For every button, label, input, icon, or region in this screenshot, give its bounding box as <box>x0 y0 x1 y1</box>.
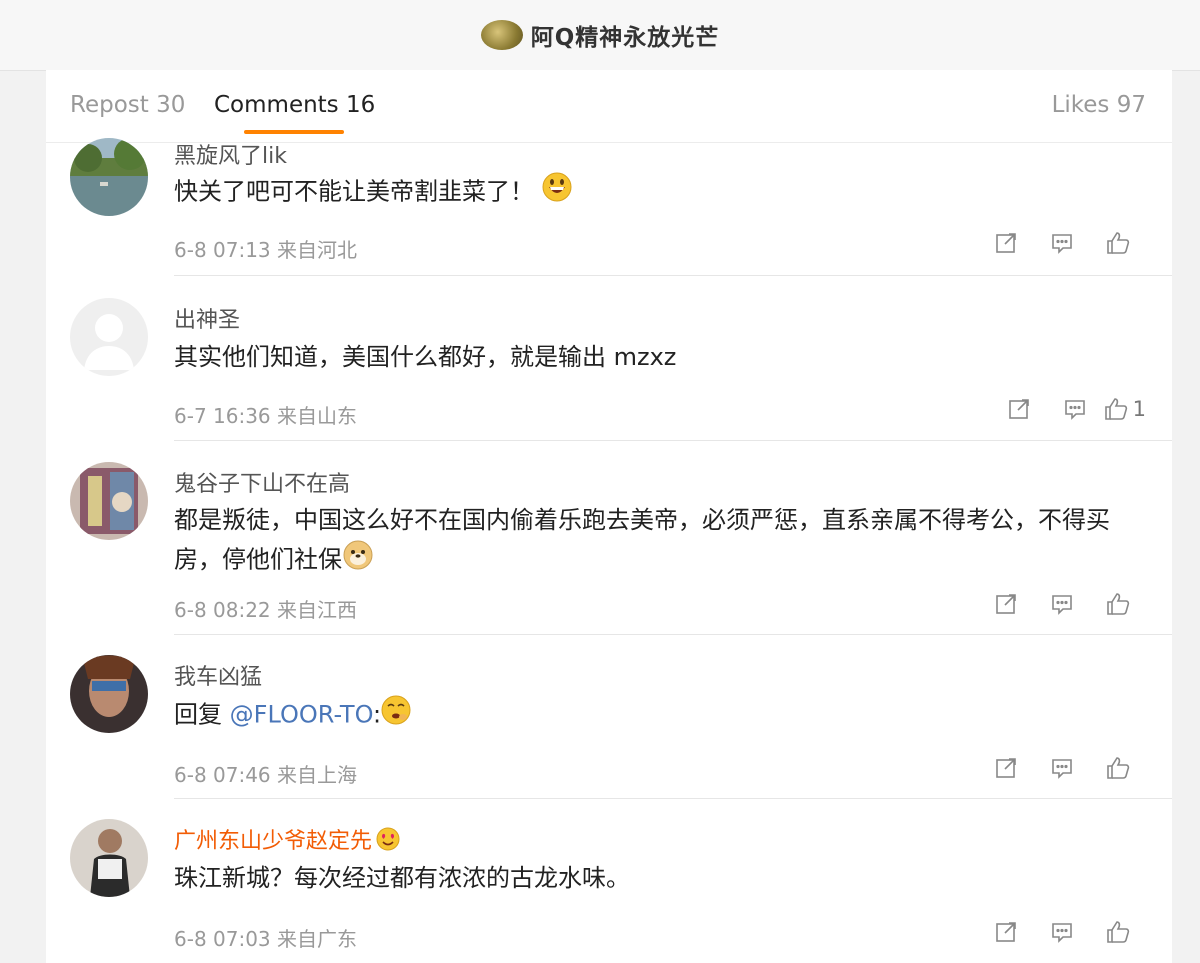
avatar-landscape-image <box>70 138 148 216</box>
thumbs-up-icon <box>1104 398 1127 420</box>
comment-location: 来自广东 <box>277 927 358 951</box>
tab-comments[interactable]: Comments 16 <box>214 92 375 118</box>
comment-item: 黑旋风了lik 快关了吧可不能让美帝割韭菜了！ 6-8 07:13 来自河北 <box>46 138 1172 276</box>
comment-username[interactable]: 黑旋风了lik <box>174 138 287 170</box>
tab-likes[interactable]: Likes 97 <box>1052 92 1146 118</box>
page-title: 阿Q精神永放光芒 <box>530 25 720 51</box>
comment-item: 我车凶猛 回复 @FLOOR-TO: 6-8 07:46 来自上海 <box>46 635 1172 799</box>
comment-reply-icon[interactable] <box>1034 228 1090 258</box>
like-button[interactable]: 1 <box>1103 396 1146 422</box>
comment-reply-icon[interactable] <box>1034 917 1090 947</box>
top-bar: 阿Q精神永放光芒 <box>0 0 1200 71</box>
comment-time: 6-8 07:03 <box>174 927 271 951</box>
comment-reply-icon[interactable] <box>1034 753 1090 783</box>
active-tab-indicator <box>244 130 344 134</box>
comment-item: 广州东山少爷赵定先 珠江新城？每次经过都有浓浓的古龙水味。 6-8 07:03 … <box>46 799 1172 963</box>
comment-text: 都是叛徒，中国这么好不在国内偷着乐跑去美帝，必须严惩，直系亲属不得考公，不得买房… <box>174 501 1144 582</box>
comment-actions <box>978 228 1146 258</box>
avatar-painting-image <box>70 462 148 540</box>
comment-username[interactable]: 我车凶猛 <box>174 659 262 691</box>
thumbs-up-icon <box>1107 757 1130 779</box>
username-text: 广州东山少爷赵定先 <box>174 829 373 854</box>
avatar[interactable] <box>70 138 148 216</box>
heart-eyes-icon <box>376 827 400 857</box>
comment-body: 快关了吧可不能让美帝割韭菜了！ <box>174 177 534 206</box>
share-icon[interactable] <box>978 589 1034 619</box>
mention-link[interactable]: @FLOOR-TO <box>230 701 373 729</box>
comment-time: 6-8 08:22 <box>174 598 271 622</box>
like-button[interactable] <box>1090 228 1146 258</box>
comment-meta: 6-8 07:13 来自河北 <box>174 234 357 263</box>
comment-location: 来自江西 <box>277 598 358 622</box>
comment-item: 鬼谷子下山不在高 都是叛徒，中国这么好不在国内偷着乐跑去美帝，必须严惩，直系亲属… <box>46 441 1172 635</box>
comments-panel: Repost 30 Comments 16 Likes 97 黑旋风了lik 快… <box>46 70 1172 963</box>
comment-username[interactable]: 出神圣 <box>174 302 240 334</box>
thumbs-up-icon <box>1107 593 1130 615</box>
share-icon[interactable] <box>978 753 1034 783</box>
comment-location: 来自河北 <box>277 238 358 262</box>
comment-actions <box>978 589 1146 619</box>
like-count: 1 <box>1132 397 1146 421</box>
avatar[interactable] <box>70 462 148 540</box>
comment-reply-icon[interactable] <box>1047 394 1103 424</box>
post-author-avatar[interactable] <box>480 20 523 50</box>
comment-reply-icon[interactable] <box>1034 589 1090 619</box>
comment-text: 回复 @FLOOR-TO: <box>174 695 1144 736</box>
comment-username[interactable]: 广州东山少爷赵定先 <box>174 823 400 857</box>
comment-location: 来自上海 <box>277 763 358 787</box>
avatar[interactable] <box>70 819 148 897</box>
comment-text: 其实他们知道，美国什么都好，就是输出 mzxz <box>174 343 677 371</box>
comment-meta: 6-7 16:36 来自山东 <box>174 400 357 429</box>
comment-actions: 1 <box>991 394 1146 424</box>
comment-time: 6-8 07:46 <box>174 763 271 787</box>
avatar-photo-image <box>70 819 148 897</box>
comment-text: 快关了吧可不能让美帝割韭菜了！ <box>174 172 1144 213</box>
comment-time: 6-8 07:13 <box>174 238 271 262</box>
thumbs-up-icon <box>1107 232 1130 254</box>
thumbs-up-icon <box>1107 921 1130 943</box>
tab-repost[interactable]: Repost 30 <box>70 92 185 118</box>
tab-bar: Repost 30 Comments 16 Likes 97 <box>46 70 1172 143</box>
doge-icon <box>342 539 374 582</box>
like-button[interactable] <box>1090 589 1146 619</box>
giggle-face-icon <box>381 695 411 736</box>
comment-location: 来自山东 <box>277 404 358 428</box>
comment-actions <box>978 753 1146 783</box>
avatar[interactable] <box>70 655 148 733</box>
share-icon[interactable] <box>991 394 1047 424</box>
default-avatar-icon <box>84 314 134 370</box>
like-button[interactable] <box>1090 753 1146 783</box>
like-button[interactable] <box>1090 917 1146 947</box>
avatar[interactable] <box>70 298 148 376</box>
comment-text: 珠江新城？每次经过都有浓浓的古龙水味。 <box>174 864 630 892</box>
avatar-portrait-image <box>70 655 148 733</box>
comment-body: 都是叛徒，中国这么好不在国内偷着乐跑去美帝，必须严惩，直系亲属不得考公，不得买房… <box>174 506 1110 574</box>
reply-prefix: 回复 <box>174 700 222 729</box>
share-icon[interactable] <box>978 917 1034 947</box>
comment-meta: 6-8 07:03 来自广东 <box>174 923 357 952</box>
comment-meta: 6-8 07:46 来自上海 <box>174 759 357 788</box>
comment-time: 6-7 16:36 <box>174 404 271 428</box>
grinning-face-icon <box>542 172 572 213</box>
comment-actions <box>978 917 1146 947</box>
comment-meta: 6-8 08:22 来自江西 <box>174 594 357 623</box>
share-icon[interactable] <box>978 228 1034 258</box>
reply-colon: : <box>373 700 382 729</box>
comment-item: 出神圣 其实他们知道，美国什么都好，就是输出 mzxz 6-7 16:36 来自… <box>46 276 1172 441</box>
comment-username[interactable]: 鬼谷子下山不在高 <box>174 466 350 498</box>
